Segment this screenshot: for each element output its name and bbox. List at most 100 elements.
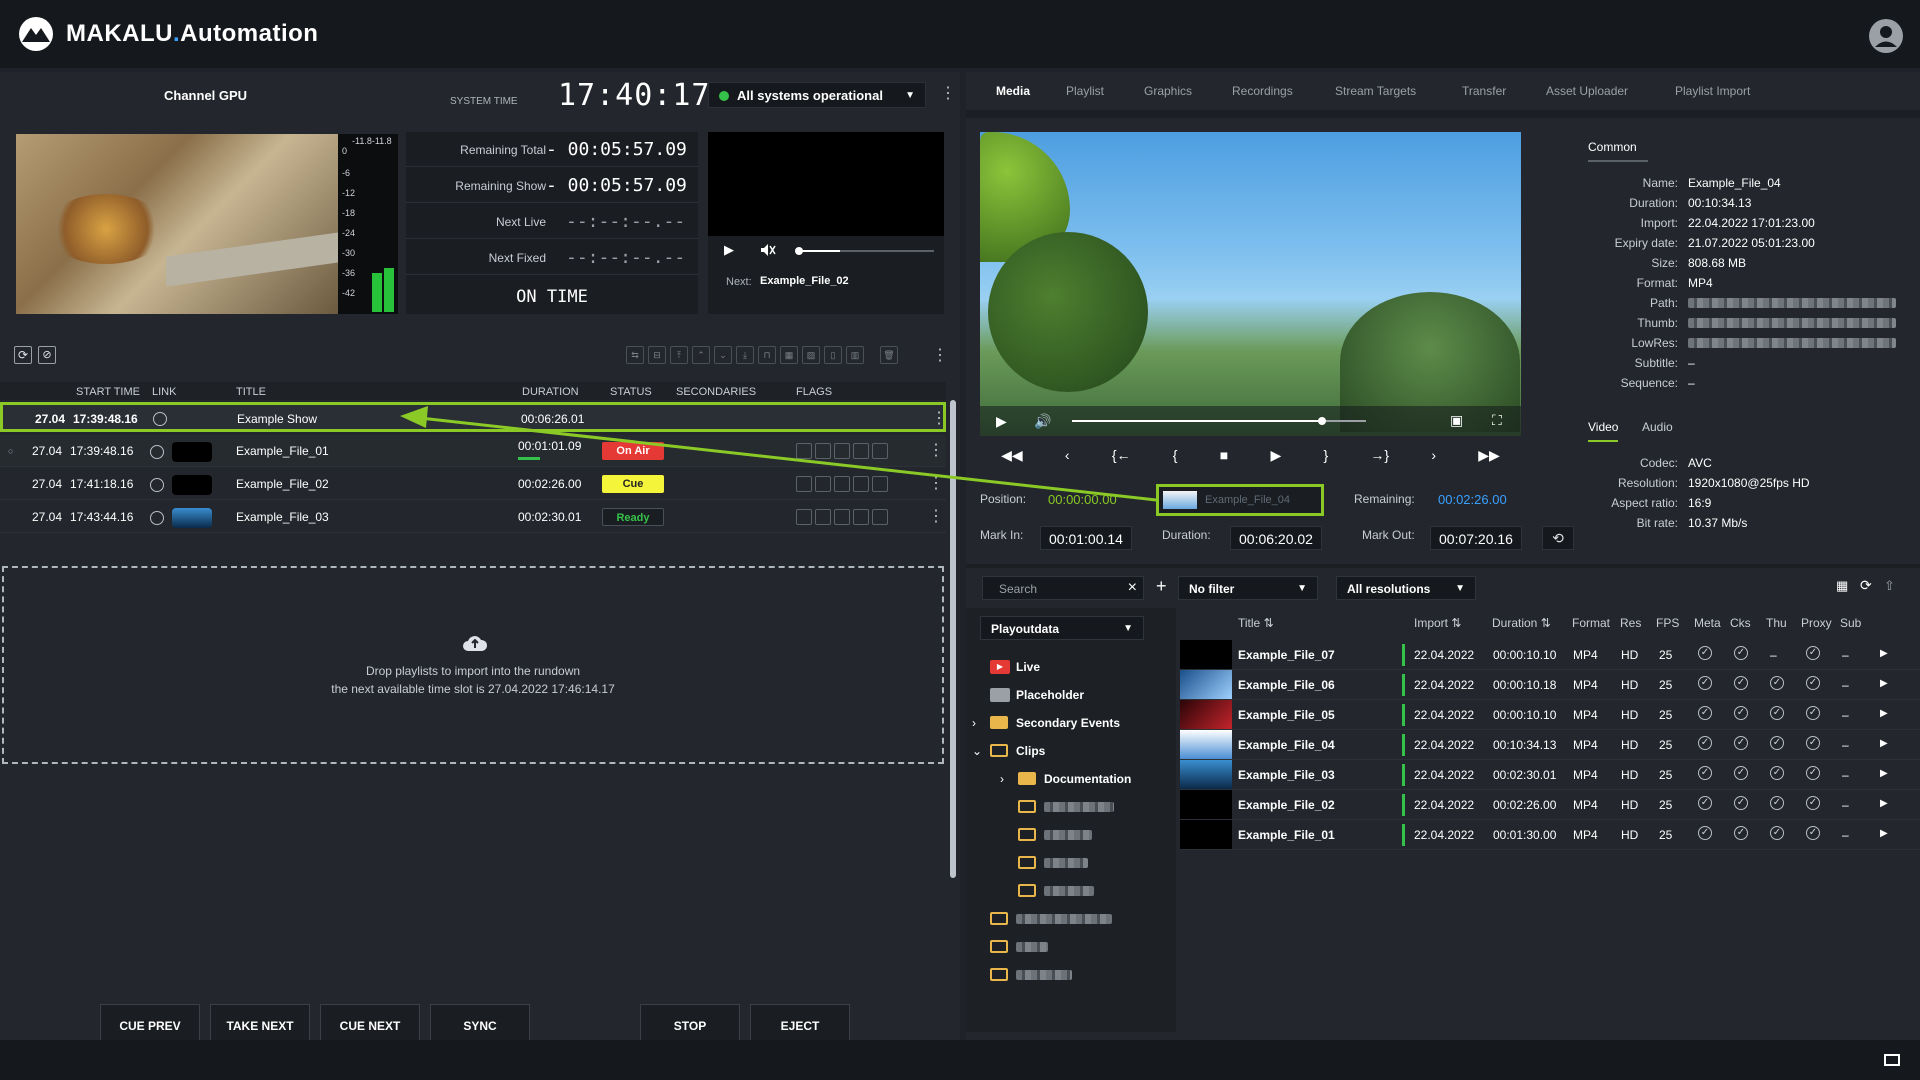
col-status[interactable]: STATUS xyxy=(610,386,652,398)
mark-out-field[interactable]: 00:07:20.16 xyxy=(1430,526,1522,550)
tool-icon[interactable]: ⤒ xyxy=(670,346,688,364)
duration-field[interactable]: 00:06:20.02 xyxy=(1230,526,1322,550)
tab-playlist[interactable]: Playlist xyxy=(1066,84,1104,98)
media-row[interactable]: Example_File_01 22.04.2022 00:01:30.00 MP4 H… xyxy=(1180,820,1920,850)
tool-icon[interactable]: ⌃ xyxy=(692,346,710,364)
tree-blurred-item[interactable] xyxy=(1044,886,1094,896)
tab-media[interactable]: Media xyxy=(996,84,1030,98)
stop-icon[interactable]: ■ xyxy=(1220,447,1228,463)
resolution-select[interactable]: All resolutions ▼ xyxy=(1336,576,1476,600)
step-forward-icon[interactable]: › xyxy=(1431,447,1436,463)
media-row[interactable]: Example_File_04 22.04.2022 00:10:34.13 MP4 H… xyxy=(1180,730,1920,760)
expand-icon[interactable]: ▶ xyxy=(1880,738,1888,749)
view-toggle-icon[interactable]: ▦ xyxy=(1836,578,1848,594)
tree-blurred-item[interactable] xyxy=(1044,858,1088,868)
chevron-right-icon[interactable]: › xyxy=(972,716,976,730)
link-icon[interactable] xyxy=(150,478,164,492)
media-row[interactable]: Example_File_02 22.04.2022 00:02:26.00 MP4 H… xyxy=(1180,790,1920,820)
play-icon[interactable]: ▶ xyxy=(996,413,1007,430)
source-select[interactable]: Playoutdata ▼ xyxy=(980,616,1144,640)
tree-blurred-item[interactable] xyxy=(1044,802,1114,812)
col-link[interactable]: LINK xyxy=(152,386,176,398)
filter-select[interactable]: No filter ▼ xyxy=(1178,576,1318,600)
trash-icon[interactable]: 🗑 xyxy=(880,346,898,364)
rewind-icon[interactable]: ◀◀ xyxy=(1001,447,1023,464)
lock-icon[interactable]: ⊓ xyxy=(758,346,776,364)
row-menu-icon[interactable]: ⋮ xyxy=(928,443,944,459)
col-secondaries[interactable]: SECONDARIES xyxy=(676,386,756,398)
tool-icon[interactable]: ▯ xyxy=(824,346,842,364)
media-row[interactable]: Example_File_05 22.04.2022 00:00:10.10 MP4 H… xyxy=(1180,700,1920,730)
play-icon[interactable]: ▶ xyxy=(724,242,734,258)
col-import[interactable]: Import ⇅ xyxy=(1414,616,1461,630)
col-duration[interactable]: DURATION xyxy=(522,386,579,398)
clear-search-icon[interactable]: × xyxy=(1128,579,1137,597)
expand-icon[interactable]: ▶ xyxy=(1880,768,1888,779)
col-cks[interactable]: Cks xyxy=(1730,616,1751,630)
reset-marks-icon[interactable]: ⟲ xyxy=(1542,526,1574,550)
col-format[interactable]: Format xyxy=(1572,616,1610,630)
expand-icon[interactable]: ▶ xyxy=(1880,678,1888,689)
col-sub[interactable]: Sub xyxy=(1840,616,1861,630)
tool-icon[interactable]: ⊟ xyxy=(648,346,666,364)
fast-forward-icon[interactable]: ▶▶ xyxy=(1478,447,1500,464)
tree-blurred-item[interactable] xyxy=(1044,830,1092,840)
rundown-menu-icon[interactable]: ⋮ xyxy=(932,348,948,364)
playlist-dropzone[interactable]: Drop playlists to import into the rundow… xyxy=(2,566,944,764)
col-res[interactable]: Res xyxy=(1620,616,1641,630)
chevron-down-icon[interactable]: ⌄ xyxy=(972,744,982,758)
link-icon[interactable] xyxy=(150,511,164,525)
play-icon[interactable]: ▶ xyxy=(1270,447,1281,464)
next-item-scrubber[interactable] xyxy=(795,247,934,255)
channel-menu-icon[interactable]: ⋮ xyxy=(940,86,956,102)
media-row[interactable]: Example_File_03 22.04.2022 00:02:30.01 MP4 H… xyxy=(1180,760,1920,790)
tool-icon[interactable]: ⤓ xyxy=(736,346,754,364)
tree-clips[interactable]: Clips xyxy=(1016,744,1045,758)
tool-icon[interactable]: ▥ xyxy=(846,346,864,364)
link-icon[interactable] xyxy=(153,412,167,426)
tree-documentation[interactable]: Documentation xyxy=(1044,772,1131,786)
window-icon[interactable] xyxy=(1884,1054,1900,1066)
media-row[interactable]: Example_File_06 22.04.2022 00:00:10.18 MP4 H… xyxy=(1180,670,1920,700)
mute-icon[interactable] xyxy=(760,243,776,257)
mark-out-icon[interactable]: } xyxy=(1323,447,1328,463)
tool-icon[interactable]: ⌄ xyxy=(714,346,732,364)
pip-icon[interactable]: ▣ xyxy=(1450,412,1463,429)
tab-asset-uploader[interactable]: Asset Uploader xyxy=(1546,84,1628,98)
expand-icon[interactable]: ▶ xyxy=(1880,708,1888,719)
tab-recordings[interactable]: Recordings xyxy=(1232,84,1293,98)
expand-icon[interactable]: ▶ xyxy=(1880,798,1888,809)
col-start-time[interactable]: START TIME xyxy=(76,386,140,398)
refresh-icon[interactable]: ⟳ xyxy=(1860,577,1872,594)
expand-icon[interactable]: ▶ xyxy=(1880,828,1888,839)
col-meta[interactable]: Meta xyxy=(1694,616,1721,630)
media-scrubber[interactable] xyxy=(1072,417,1366,425)
col-title[interactable]: TITLE xyxy=(236,386,266,398)
upload-icon[interactable]: ⇧ xyxy=(1884,578,1895,594)
tab-stream-targets[interactable]: Stream Targets xyxy=(1335,84,1416,98)
refresh-icon[interactable]: ⟳ xyxy=(14,346,32,364)
fullscreen-icon[interactable]: ⛶ xyxy=(1492,412,1502,429)
tool-icon[interactable]: ⇆ xyxy=(626,346,644,364)
rundown-scrollbar[interactable] xyxy=(950,400,956,878)
add-icon[interactable]: + xyxy=(1156,576,1167,597)
tool-icon[interactable]: ▦ xyxy=(780,346,798,364)
rundown-row[interactable]: ○ 27.04 17:39:48.16 Example_File_01 00:0… xyxy=(0,435,946,467)
rundown-row[interactable]: 27.04 17:43:44.16 Example_File_03 00:02:… xyxy=(0,501,946,533)
tool-icon[interactable]: ▨ xyxy=(802,346,820,364)
tree-blurred-item[interactable] xyxy=(1016,970,1072,980)
goto-mark-in-icon[interactable]: {← xyxy=(1112,447,1131,463)
col-duration[interactable]: Duration ⇅ xyxy=(1492,616,1551,630)
tree-live[interactable]: Live xyxy=(1016,660,1040,674)
tab-graphics[interactable]: Graphics xyxy=(1144,84,1192,98)
rundown-row[interactable]: 27.04 17:41:18.16 Example_File_02 00:02:… xyxy=(0,468,946,500)
system-status-select[interactable]: All systems operational ▼ xyxy=(708,82,926,108)
sync-off-icon[interactable]: ⊘ xyxy=(38,346,56,364)
tab-audio[interactable]: Audio xyxy=(1642,420,1673,434)
link-icon[interactable] xyxy=(150,445,164,459)
step-back-icon[interactable]: ‹ xyxy=(1065,447,1070,463)
expand-icon[interactable]: ▶ xyxy=(1880,648,1888,659)
media-row[interactable]: Example_File_07 22.04.2022 00:00:10.10 MP4 H… xyxy=(1180,640,1920,670)
col-flags[interactable]: FLAGS xyxy=(796,386,832,398)
tab-video[interactable]: Video xyxy=(1588,420,1619,442)
